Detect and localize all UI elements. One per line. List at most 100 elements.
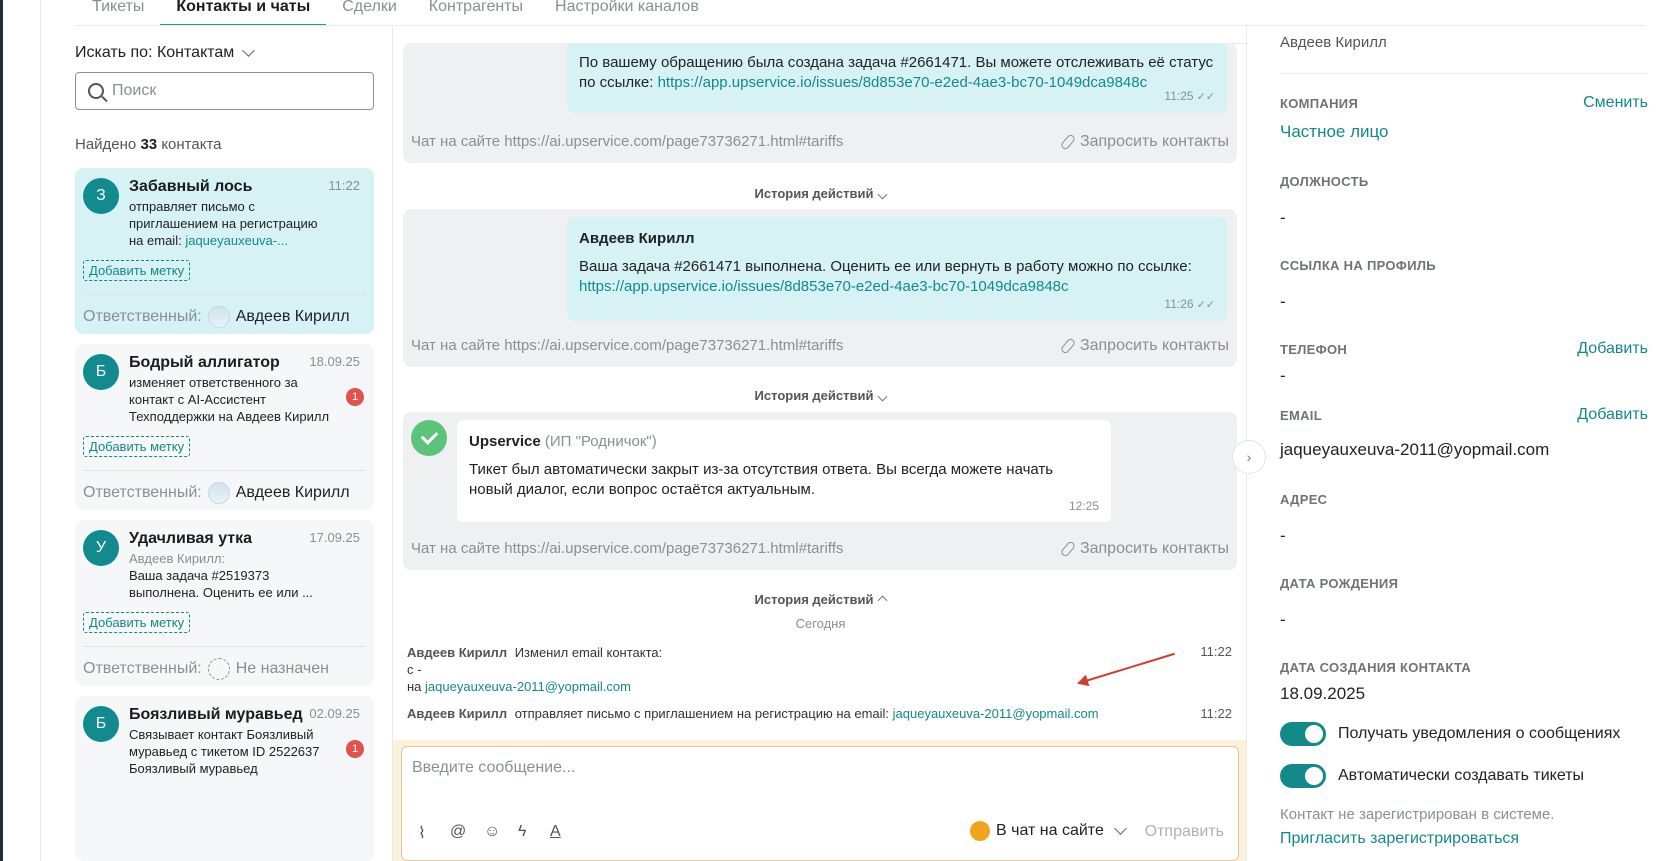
contacts-panel: Искать по: Контактам Найдено 33 контакта… (75, 26, 375, 861)
auto-tickets-toggle[interactable] (1280, 764, 1326, 788)
contact-preview: Связывает контакт Боязливый муравьед с т… (129, 727, 320, 776)
add-email-button[interactable]: Добавить (1577, 406, 1648, 424)
responsible-name[interactable]: Авдеев Кирилл (236, 484, 350, 502)
upservice-check-icon (411, 420, 447, 456)
message-text: Ваша задача #2661471 выполнена. Оценить … (579, 258, 1192, 275)
change-company-button[interactable]: Сменить (1583, 94, 1648, 112)
search-by-dropdown[interactable]: Искать по: Контактам (75, 44, 256, 62)
company-label: КОМПАНИЯ (1280, 96, 1359, 111)
attach-icon[interactable]: ⌇ (418, 823, 426, 843)
company-value[interactable]: Частное лицо (1280, 122, 1389, 142)
message-link[interactable]: https://app.upservice.io/issues/8d853e70… (658, 74, 1148, 91)
tab-channel-settings[interactable]: Настройки каналов (539, 0, 715, 26)
request-contacts-button[interactable]: Запросить контакты (1059, 540, 1229, 558)
chevron-right-icon[interactable]: › (1232, 440, 1266, 474)
message-time-value: 11:26 (1164, 297, 1194, 311)
not-registered-text: Контакт не зарегистрирован в системе. (1280, 806, 1555, 823)
message-bubble: По вашему обращению была создана задача … (567, 43, 1227, 113)
send-button[interactable]: Отправить (1145, 823, 1224, 841)
log-to-prefix: на (407, 679, 422, 694)
log-email-link[interactable]: jaqueyauxeuva-2011@yopmail.com (425, 679, 631, 694)
contact-card[interactable]: У Удачливая утка 17.09.25 Авдеев Кирилл:… (75, 520, 374, 686)
search-input[interactable] (112, 82, 352, 100)
tab-counterparties[interactable]: Контрагенты (413, 0, 539, 26)
contact-details-panel: Авдеев Кирилл КОМПАНИЯ Сменить Частное л… (1280, 26, 1648, 861)
search-box (75, 72, 374, 110)
birthday-label: ДАТА РОЖДЕНИЯ (1280, 576, 1399, 591)
avatar: Б (83, 354, 119, 390)
history-toggle[interactable]: История действий (393, 592, 1248, 607)
lightning-icon[interactable]: ϟ (518, 823, 526, 841)
log-email-link[interactable]: jaqueyauxeuva-2011@yopmail.com (893, 706, 1099, 721)
top-tabs: Тикеты Контакты и чаты Сделки Контрагент… (76, 0, 715, 26)
log-from: с - (407, 662, 422, 677)
responsible: Ответственный: Авдеев Кирилл (83, 482, 350, 504)
details-divider (1280, 73, 1648, 74)
chat-channel-icon (970, 821, 990, 841)
add-tag-button[interactable]: Добавить метку (83, 436, 191, 457)
responsible: Ответственный: Авдеев Кирилл (83, 306, 350, 328)
request-contacts-label: Запросить контакты (1079, 540, 1229, 557)
channel-select[interactable]: В чат на сайте (970, 821, 1127, 841)
message-time: 11:26 ✓✓ (1164, 294, 1215, 315)
card-divider (83, 294, 366, 295)
chevron-down-icon (877, 189, 888, 200)
left-edge (0, 0, 3, 861)
tab-contacts-chats[interactable]: Контакты и чаты (160, 0, 327, 26)
tab-deals[interactable]: Сделки (326, 0, 413, 26)
responsible-avatar (207, 482, 230, 504)
contact-name: Боязливый муравьед (129, 706, 303, 723)
paperclip-icon (1059, 540, 1077, 558)
phone-value: - (1280, 366, 1286, 385)
message-time: 12:25 (1068, 499, 1099, 513)
auto-tickets-toggle-row: Автоматически создавать тикеты (1280, 764, 1584, 788)
mention-icon[interactable]: @ (450, 823, 466, 841)
contact-card[interactable]: Б Боязливый муравьед 02.09.25 Связывает … (75, 696, 374, 861)
message-link[interactable]: https://app.upservice.io/issues/8d853e70… (579, 278, 1069, 295)
double-check-icon: ✓✓ (1196, 299, 1215, 311)
avatar: З (83, 178, 119, 214)
request-contacts-label: Запросить контакты (1079, 337, 1229, 354)
red-arrow-annotation (1078, 652, 1175, 684)
responsible-name[interactable]: Авдеев Кирилл (236, 308, 350, 326)
contact-card[interactable]: З Забавный лось 11:22 отправляет письмо … (75, 168, 374, 334)
log-to: на jaqueyauxeuva-2011@yopmail.com (407, 678, 662, 695)
message-input[interactable] (412, 759, 1212, 789)
notifications-toggle-label: Получать уведомления о сообщениях (1338, 725, 1621, 742)
add-tag-button[interactable]: Добавить метку (83, 260, 191, 281)
channel-select-label: В чат на сайте (996, 822, 1104, 839)
message-bubble: Авдеев Кирилл Ваша задача #2661471 выпол… (567, 217, 1227, 321)
found-suffix: контакта (161, 136, 222, 153)
notifications-toggle[interactable] (1280, 722, 1326, 746)
history-label: История действий (754, 592, 874, 607)
message-author: Upservice (469, 433, 541, 450)
contact-time: 02.09.25 (309, 706, 360, 721)
contact-time: 17.09.25 (309, 530, 360, 545)
add-tag-button[interactable]: Добавить метку (83, 612, 191, 633)
history-toggle[interactable]: История действий (393, 388, 1248, 403)
add-phone-button[interactable]: Добавить (1577, 340, 1648, 358)
responsible-name[interactable]: Не назначен (236, 660, 329, 678)
emoji-icon[interactable]: ☺ (484, 823, 500, 841)
request-contacts-button[interactable]: Запросить контакты (1059, 133, 1229, 151)
responsible-label: Ответственный: (83, 308, 202, 325)
text-format-icon[interactable]: A (550, 823, 561, 841)
log-author: Авдеев Кирилл (407, 645, 508, 660)
log-action: Изменил email контакта: (514, 645, 663, 660)
address-label: АДРЕС (1280, 492, 1328, 507)
request-contacts-button[interactable]: Запросить контакты (1059, 337, 1229, 355)
avatar: Б (83, 706, 119, 742)
history-toggle[interactable]: История действий (393, 186, 1248, 201)
history-entry: Авдеев Кирилл Изменил email контакта: с … (407, 644, 662, 695)
auto-tickets-toggle-label: Автоматически создавать тикеты (1338, 767, 1585, 784)
contact-preview: изменяет ответственного за контакт с AI-… (129, 375, 330, 424)
invite-register-link[interactable]: Пригласить зарегистрироваться (1280, 830, 1519, 848)
contact-card[interactable]: Б Бодрый аллигатор 18.09.25 изменяет отв… (75, 344, 374, 510)
tab-tickets[interactable]: Тикеты (76, 0, 160, 26)
log-action: отправляет письмо с приглашением на реги… (514, 706, 890, 721)
message-author: Авдеев Кирилл (579, 230, 695, 247)
preview-link[interactable]: jaqueyauxeuva-... (185, 233, 288, 248)
email-label: EMAIL (1280, 408, 1322, 423)
found-prefix: Найдено (75, 136, 137, 153)
contact-preview: отправляет письмо с приглашением на реги… (129, 198, 334, 249)
